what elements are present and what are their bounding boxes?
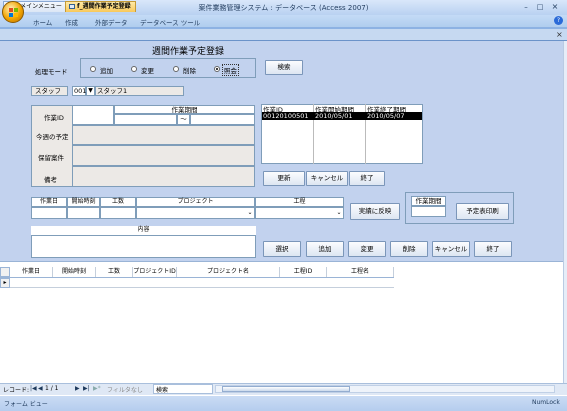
radio-add[interactable] xyxy=(90,66,96,72)
menu-home[interactable]: ホーム xyxy=(33,17,52,27)
this-week-field[interactable] xyxy=(72,125,255,145)
ds-header-project-name[interactable]: プロジェクト名 xyxy=(177,267,280,277)
close-tab-icon[interactable]: × xyxy=(556,30,563,39)
row-selector-header[interactable] xyxy=(0,267,10,277)
note-label: 備考 xyxy=(44,176,57,184)
add-button[interactable]: 追加 xyxy=(306,241,344,257)
reflect-actual-button[interactable]: 実績に反映 xyxy=(350,203,400,220)
ribbon-menu-bar xyxy=(0,15,567,27)
record-label: レコード: xyxy=(3,387,30,394)
radio-delete-label: 削除 xyxy=(183,67,196,75)
form-title: 週間作業予定登録 xyxy=(152,47,225,57)
ds-header-start-time[interactable]: 開始時刻 xyxy=(53,267,96,277)
staff-name-field: スタッフ1 xyxy=(95,86,184,96)
document-tab-bar xyxy=(0,29,567,41)
office-button[interactable] xyxy=(2,1,24,23)
new-record-icon[interactable]: ▶* xyxy=(93,385,101,392)
content-label: 内容 xyxy=(31,226,256,236)
radio-view[interactable] xyxy=(214,66,220,72)
detail-start-time-field[interactable] xyxy=(67,207,100,219)
ds-header-process-name[interactable]: 工程名 xyxy=(327,267,394,277)
numlock-status: NumLock xyxy=(532,399,560,406)
record-search-box[interactable]: 検索 xyxy=(153,384,213,394)
close-window-button[interactable]: × xyxy=(549,2,561,12)
cancel-button[interactable]: キャンセル xyxy=(432,241,470,257)
ds-header-hours[interactable]: 工数 xyxy=(96,267,133,277)
pending-label: 保留案件 xyxy=(38,154,64,162)
select-button[interactable]: 選択 xyxy=(263,241,301,257)
staff-code-field[interactable]: 001 xyxy=(72,86,86,96)
note-field[interactable] xyxy=(72,166,255,187)
detail-date-field[interactable] xyxy=(31,207,67,219)
detail-header-start-time: 開始時刻 xyxy=(67,197,100,207)
detail-header-process: 工程 xyxy=(255,197,344,207)
ds-header-date[interactable]: 作業日 xyxy=(10,267,53,277)
list-cell: 2010/05/07 xyxy=(367,112,405,120)
menu-database-tools[interactable]: データベース ツール xyxy=(140,17,200,27)
search-placeholder: 検索 xyxy=(156,387,169,394)
record-position[interactable]: 1 / 1 xyxy=(45,385,58,392)
detail-hours-field[interactable] xyxy=(100,207,136,219)
radio-change-label: 変更 xyxy=(141,67,154,75)
filter-status[interactable]: フィルタなし xyxy=(107,385,143,394)
print-period-field[interactable] xyxy=(411,206,446,217)
change-button[interactable]: 変更 xyxy=(348,241,386,257)
work-id-field[interactable] xyxy=(72,105,114,125)
vertical-scrollbar[interactable] xyxy=(563,41,567,383)
staff-dropdown-arrow-icon[interactable]: ▼ xyxy=(86,86,95,96)
project-dropdown-arrow-icon[interactable]: ⌄ xyxy=(246,209,254,218)
mode-label: 処理モード xyxy=(35,68,68,76)
status-bar xyxy=(0,396,567,411)
table-row[interactable] xyxy=(10,278,394,288)
detail-process-combo[interactable] xyxy=(255,207,344,219)
exit-list-button[interactable]: 終了 xyxy=(349,171,385,186)
period-separator: 〜 xyxy=(177,114,190,125)
help-icon[interactable]: ? xyxy=(554,16,563,25)
exit-button[interactable]: 終了 xyxy=(474,241,512,257)
work-id-label: 作業ID xyxy=(44,114,64,122)
search-button[interactable]: 検索 xyxy=(265,60,303,75)
new-record-row-selector[interactable]: ▸ xyxy=(0,278,10,288)
radio-delete[interactable] xyxy=(173,66,179,72)
next-record-icon[interactable]: ▶ xyxy=(75,385,80,392)
tab-weekly-plan[interactable]: f_週間作業予定登録 xyxy=(65,1,136,12)
minimize-button[interactable]: – xyxy=(520,2,532,12)
previous-record-icon[interactable]: ◀ xyxy=(38,385,43,392)
scrollbar-thumb[interactable] xyxy=(222,386,350,392)
print-schedule-button[interactable]: 予定表印刷 xyxy=(456,203,509,220)
office-logo-icon xyxy=(9,8,18,17)
work-period-label: 作業期間 xyxy=(114,105,255,114)
print-period-label: 作業期間 xyxy=(411,196,446,206)
first-record-icon[interactable]: |◀ xyxy=(30,385,37,392)
detail-header-hours: 工数 xyxy=(100,197,136,207)
pending-field[interactable] xyxy=(72,145,255,166)
period-end-field[interactable] xyxy=(190,114,255,125)
radio-change[interactable] xyxy=(131,66,137,72)
update-button[interactable]: 更新 xyxy=(263,171,305,186)
ds-header-project-id[interactable]: プロジェクトID xyxy=(133,267,177,277)
ds-header-process-id[interactable]: 工程ID xyxy=(280,267,327,277)
period-start-field[interactable] xyxy=(114,114,177,125)
detail-header-date: 作業日 xyxy=(31,197,67,207)
view-status: フォーム ビュー xyxy=(4,401,48,408)
detail-project-combo[interactable] xyxy=(136,207,255,219)
maximize-button[interactable]: □ xyxy=(534,2,546,12)
process-dropdown-arrow-icon[interactable]: ⌄ xyxy=(335,209,343,218)
cancel-list-button[interactable]: キャンセル xyxy=(306,171,348,186)
list-cell: 00120100501 xyxy=(263,112,309,120)
form-icon xyxy=(69,4,75,9)
radio-view-label: 照会 xyxy=(222,64,239,76)
radio-add-label: 追加 xyxy=(100,67,113,75)
this-week-label: 今週の予定 xyxy=(36,133,69,141)
menu-create[interactable]: 作成 xyxy=(65,17,78,27)
last-record-icon[interactable]: ▶| xyxy=(83,385,90,392)
staff-label: スタッフ xyxy=(31,86,68,96)
delete-button[interactable]: 削除 xyxy=(390,241,428,257)
detail-header-project: プロジェクト xyxy=(136,197,255,207)
list-cell: 2010/05/01 xyxy=(315,112,353,120)
menu-external-data[interactable]: 外部データ xyxy=(95,17,128,27)
